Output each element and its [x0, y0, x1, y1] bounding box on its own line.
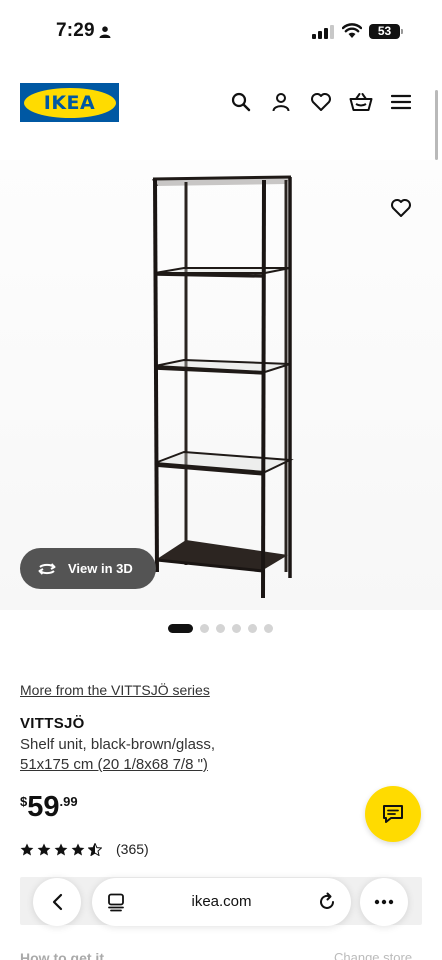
battery-indicator: 53 [369, 24, 403, 39]
status-bar: 7:29 53 [0, 0, 442, 60]
product-name: VITTSJÖ [20, 715, 85, 732]
change-store-link[interactable]: Change store [334, 950, 412, 960]
half-star-icon [88, 842, 102, 856]
menu-icon[interactable] [389, 90, 413, 114]
ikea-logo[interactable]: IKEA [20, 83, 119, 122]
carousel-dot[interactable] [248, 624, 257, 633]
view-in-3d-label: View in 3D [68, 561, 133, 576]
star-icon [71, 843, 85, 855]
carousel-dot[interactable] [232, 624, 241, 633]
carousel-dot[interactable] [264, 624, 273, 633]
search-icon[interactable] [229, 90, 253, 114]
shelf-unit-illustration [152, 175, 294, 599]
price-currency: $ [20, 794, 28, 809]
person-icon [99, 26, 111, 38]
browser-toolbar: ikea.com [0, 872, 442, 932]
product-image[interactable] [0, 160, 442, 610]
carousel-dot[interactable] [200, 624, 209, 633]
price-decimal: .99 [59, 794, 78, 809]
page-scrollbar[interactable] [435, 90, 438, 160]
carousel-indicator [168, 624, 273, 633]
back-button[interactable] [33, 878, 81, 926]
product-price: $ 59 .99 [20, 790, 78, 824]
url-text: ikea.com [191, 893, 252, 910]
rating-stars [20, 842, 102, 856]
product-rating[interactable]: (365) [20, 841, 149, 857]
ellipsis-icon [374, 899, 394, 905]
chevron-left-icon [52, 893, 63, 911]
logo-oval: IKEA [23, 87, 116, 118]
star-icon [20, 843, 34, 855]
basket-icon[interactable] [349, 90, 373, 114]
signal-icon [312, 25, 334, 39]
reload-icon[interactable] [317, 892, 337, 912]
site-header: IKEA [0, 78, 442, 128]
wifi-icon [342, 23, 362, 38]
series-link[interactable]: More from the VITTSJÖ series [20, 682, 210, 698]
favourite-button[interactable] [388, 195, 414, 221]
heart-icon[interactable] [309, 90, 333, 114]
more-options-button[interactable] [360, 878, 408, 926]
how-to-get-it-heading: How to get it [20, 950, 104, 960]
star-icon [37, 843, 51, 855]
account-icon[interactable] [269, 90, 293, 114]
price-integer: 59 [27, 791, 60, 823]
status-time: 7:29 [56, 20, 95, 41]
carousel-dot-active[interactable] [168, 624, 193, 633]
view-in-3d-button[interactable]: View in 3D [20, 548, 156, 589]
carousel-dot[interactable] [216, 624, 225, 633]
address-bar[interactable]: ikea.com [92, 878, 351, 926]
rating-count: (365) [116, 841, 149, 857]
chat-icon [383, 805, 403, 823]
product-description: Shelf unit, black-brown/glass, [20, 736, 216, 753]
chat-button[interactable] [365, 786, 421, 842]
product-size-link[interactable]: 51x175 cm (20 1/8x68 7/8 ") [20, 756, 208, 773]
logo-text: IKEA [43, 91, 96, 114]
rotate-3d-icon [38, 562, 56, 575]
star-icon [54, 843, 68, 855]
heart-outline-icon [391, 199, 411, 217]
